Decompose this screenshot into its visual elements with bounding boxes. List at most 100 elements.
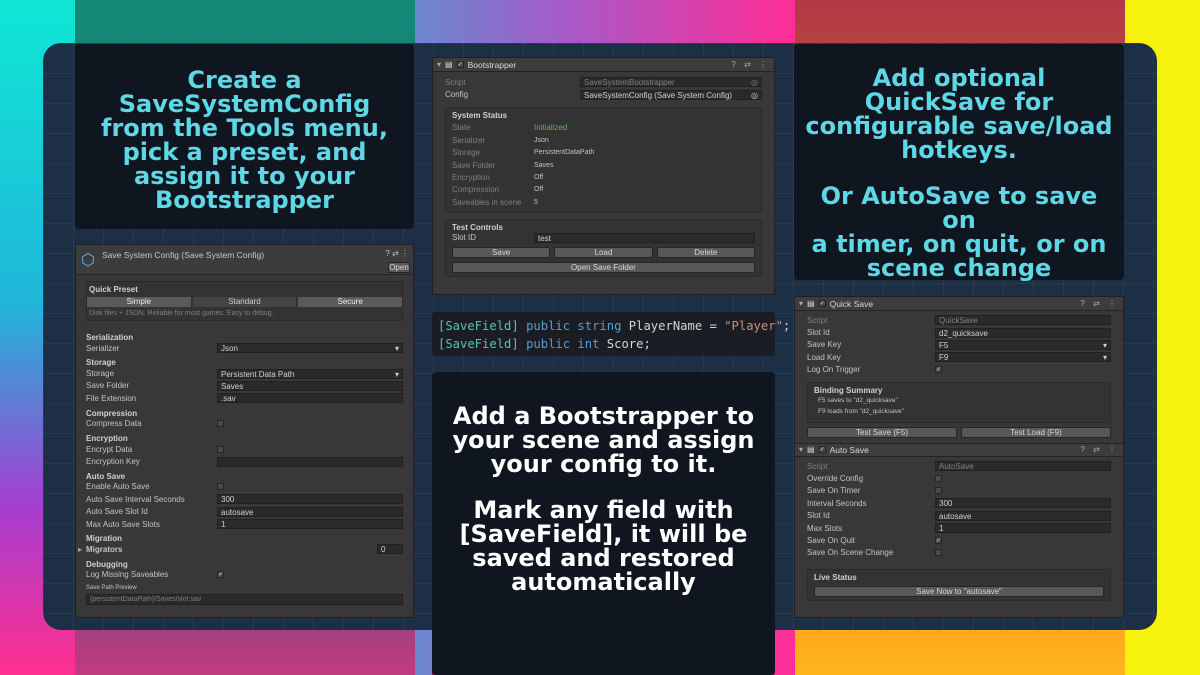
live-status-header: Live Status xyxy=(814,573,857,583)
slot-id-label: Auto Save Slot Id xyxy=(86,507,148,517)
max-slots-label: Max Slots xyxy=(807,523,843,533)
interval-input[interactable]: 300 xyxy=(935,498,1111,509)
migrators-label[interactable]: Migrators xyxy=(86,545,377,554)
header-actions-icon[interactable]: ? ⇄ ⋮ xyxy=(731,60,770,69)
chevron-down-icon[interactable]: ▾ xyxy=(799,445,803,454)
enable-autosave-label: Enable Auto Save xyxy=(86,482,150,492)
override-checkbox[interactable] xyxy=(935,475,942,483)
migrators-count[interactable]: 0 xyxy=(377,544,403,555)
slot-input[interactable]: d2_quicksave xyxy=(935,327,1111,338)
script-icon: ▤ xyxy=(807,299,815,308)
scriptable-object-icon: ⬡ xyxy=(81,252,95,269)
config-field[interactable]: SaveSystemConfig (Save System Config) ◎ xyxy=(580,89,762,100)
quicksave-enabled-checkbox[interactable]: ✓ xyxy=(818,300,826,307)
quicksave-header[interactable]: ▾ ▤ ✓ Quick Save ? ⇄ ⋮ xyxy=(795,297,1123,311)
status-value: Saves xyxy=(534,161,554,169)
enable-autosave-checkbox[interactable] xyxy=(217,483,224,491)
path-preview-field: {persistentDataPath}/Saves/slot.sav xyxy=(86,594,403,606)
timer-checkbox[interactable] xyxy=(935,487,942,495)
quick-preset-header: Quick Preset xyxy=(89,285,138,294)
card-line: Mark any field with xyxy=(473,496,734,524)
encryption-key-input[interactable] xyxy=(217,456,403,467)
card-line: pick a preset, and xyxy=(122,138,367,166)
script-field[interactable]: AutoSave xyxy=(935,461,1111,472)
save-now-button[interactable]: Save Now to "autosave" xyxy=(814,586,1104,598)
status-value: Off xyxy=(534,186,544,194)
chevron-right-icon[interactable]: ▸ xyxy=(78,545,82,554)
slot-input[interactable]: autosave xyxy=(935,510,1111,521)
status-header: System Status xyxy=(452,110,508,120)
status-value: Json xyxy=(534,136,549,144)
serialization-header: Serialization xyxy=(86,333,134,342)
compress-checkbox[interactable] xyxy=(217,420,224,428)
file-extension-label: File Extension xyxy=(86,393,137,403)
status-label: Serializer xyxy=(452,135,486,145)
card-line: Create a xyxy=(187,66,302,94)
max-slots-label: Max Auto Save Slots xyxy=(86,519,160,529)
storage-dropdown[interactable]: Persistent Data Path ▾ xyxy=(217,368,403,379)
status-label: Compression xyxy=(452,185,500,195)
chevron-down-icon[interactable]: ▾ xyxy=(437,60,441,69)
card-line: Add optional xyxy=(872,64,1046,92)
quit-checkbox[interactable]: ✓ xyxy=(935,536,942,544)
autosave-enabled-checkbox[interactable]: ✓ xyxy=(818,446,826,454)
card-line: QuickSave for xyxy=(864,88,1054,116)
header-actions-icon[interactable]: ? ⇄ ⋮ xyxy=(385,249,409,258)
quick-preset-box: Quick Preset Simple Standard Secure Disk… xyxy=(86,281,403,321)
enabled-checkbox[interactable]: ✓ xyxy=(456,61,464,68)
card-line: scene change xyxy=(866,254,1052,282)
card-line: SaveSystemConfig xyxy=(118,90,371,118)
log-trigger-checkbox[interactable]: ✓ xyxy=(935,366,942,374)
card-line: configurable save/load xyxy=(805,112,1113,140)
script-icon: ▤ xyxy=(807,445,815,455)
log-missing-checkbox[interactable]: ✓ xyxy=(217,571,224,579)
test-load-button[interactable]: Test Load (F9) xyxy=(961,426,1111,438)
quit-label: Save On Quit xyxy=(807,535,856,545)
encrypt-checkbox[interactable] xyxy=(217,445,224,453)
preset-description: Disk files + JSON. Reliable for most gam… xyxy=(89,310,274,317)
card-line: Bootstrapper xyxy=(154,186,334,214)
interval-label: Interval Seconds xyxy=(807,498,867,508)
save-button[interactable]: Save xyxy=(452,246,551,258)
card-line: automatically xyxy=(511,568,696,596)
scene-change-checkbox[interactable] xyxy=(935,549,942,557)
bootstrapper-instructions-card: Add a Bootstrapper to your scene and ass… xyxy=(432,372,775,675)
component-title: Auto Save xyxy=(829,444,869,455)
script-field[interactable]: SaveSystemBootstrapper ◎ xyxy=(580,77,762,88)
card-line: Add a Bootstrapper to xyxy=(452,402,755,430)
file-extension-input[interactable]: .sav xyxy=(217,393,403,404)
status-label: Save Folder xyxy=(452,160,496,170)
header-actions-icon[interactable]: ? ⇄ ⋮ xyxy=(1080,445,1119,454)
load-key-dropdown[interactable]: F9 ▾ xyxy=(935,352,1111,363)
preset-secure-tab[interactable]: Secure xyxy=(298,297,403,307)
chevron-down-icon: ▾ xyxy=(1102,353,1107,363)
override-label: Override Config xyxy=(807,474,864,484)
target-icon: ◎ xyxy=(751,90,758,100)
load-button[interactable]: Load xyxy=(554,246,653,258)
slot-id-input[interactable]: autosave xyxy=(217,506,403,517)
system-status-box: System Status State Initialized Serialize… xyxy=(445,106,762,213)
save-key-dropdown[interactable]: F5 ▾ xyxy=(935,339,1111,350)
serializer-dropdown[interactable]: Json ▾ xyxy=(217,343,403,354)
binding-line: F5 saves to "d2_quicksave" xyxy=(818,396,898,404)
open-button[interactable]: Open xyxy=(388,262,410,273)
script-label: Script xyxy=(445,77,466,87)
max-slots-input[interactable]: 1 xyxy=(217,519,403,530)
chevron-down-icon[interactable]: ▾ xyxy=(799,299,803,308)
log-trigger-label: Log On Trigger xyxy=(807,365,861,375)
header-actions-icon[interactable]: ? ⇄ ⋮ xyxy=(1080,299,1119,308)
script-icon: ▤ xyxy=(445,60,453,69)
autosave-header[interactable]: ▾ ▤ ✓ Auto Save ? ⇄ ⋮ xyxy=(795,442,1123,457)
test-save-button[interactable]: Test Save (F5) xyxy=(807,426,957,438)
preset-standard-tab[interactable]: Standard xyxy=(192,297,297,307)
delete-button[interactable]: Delete xyxy=(656,246,755,258)
save-folder-input[interactable]: Saves xyxy=(217,380,403,391)
preset-simple-tab[interactable]: Simple xyxy=(87,297,191,307)
script-field[interactable]: QuickSave xyxy=(935,315,1111,326)
status-label: State xyxy=(452,123,471,133)
slot-input[interactable]: test xyxy=(534,232,755,243)
open-save-folder-button[interactable]: Open Save Folder xyxy=(452,261,755,273)
max-slots-input[interactable]: 1 xyxy=(935,523,1111,534)
bootstrapper-header[interactable]: ▾ ▤ ✓ Bootstrapper ? ⇄ ⋮ xyxy=(433,58,774,72)
interval-input[interactable]: 300 xyxy=(217,494,403,505)
